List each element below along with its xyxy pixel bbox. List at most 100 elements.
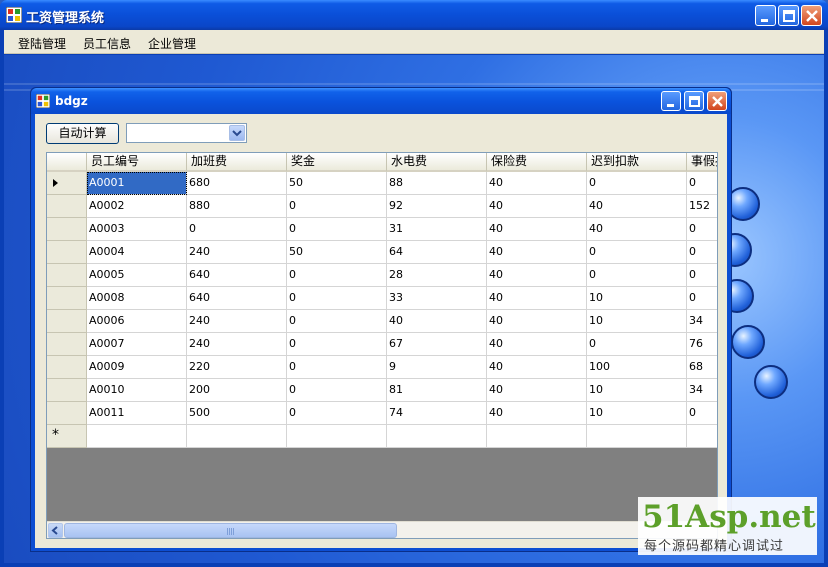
- grid-cell[interactable]: 40: [487, 218, 587, 241]
- grid-cell[interactable]: 33: [387, 287, 487, 310]
- column-header[interactable]: 奖金: [287, 153, 387, 172]
- grid-cell[interactable]: A0006: [87, 310, 187, 333]
- grid-cell[interactable]: 100: [587, 356, 687, 379]
- grid-cell[interactable]: 0: [287, 287, 387, 310]
- menu-login-management[interactable]: 登陆管理: [18, 35, 66, 52]
- table-row[interactable]: A0008 640 0 33 40 10 0: [47, 287, 717, 310]
- minimize-button[interactable]: [755, 5, 776, 26]
- grid-cell[interactable]: 10: [587, 310, 687, 333]
- grid-cell[interactable]: 0: [287, 333, 387, 356]
- grid-cell[interactable]: 500: [187, 402, 287, 425]
- grid-cell[interactable]: [487, 425, 587, 448]
- grid-cell[interactable]: A0003: [87, 218, 187, 241]
- grid-cell[interactable]: 40: [487, 195, 587, 218]
- grid-cell[interactable]: 31: [387, 218, 487, 241]
- grid-cell[interactable]: 0: [587, 264, 687, 287]
- grid-cell[interactable]: 40: [487, 172, 587, 195]
- row-header[interactable]: [47, 172, 87, 195]
- grid-cell[interactable]: A0004: [87, 241, 187, 264]
- grid-cell[interactable]: 0: [287, 195, 387, 218]
- grid-cell[interactable]: 10: [587, 402, 687, 425]
- grid-cell[interactable]: 34: [687, 379, 717, 402]
- grid-cell[interactable]: 64: [387, 241, 487, 264]
- maximize-button[interactable]: [778, 5, 799, 26]
- grid-cell[interactable]: 40: [487, 287, 587, 310]
- column-header[interactable]: 保险费: [487, 153, 587, 172]
- table-row[interactable]: A0010 200 0 81 40 10 34: [47, 379, 717, 402]
- grid-cell[interactable]: 50: [287, 241, 387, 264]
- grid-cell[interactable]: A0005: [87, 264, 187, 287]
- grid-cell[interactable]: 76: [687, 333, 717, 356]
- column-header[interactable]: 加班费: [187, 153, 287, 172]
- grid-cell[interactable]: 88: [387, 172, 487, 195]
- new-row[interactable]: *: [47, 425, 717, 448]
- row-header[interactable]: [47, 310, 87, 333]
- grid-cell[interactable]: 40: [487, 333, 587, 356]
- horizontal-scrollbar[interactable]: [47, 521, 717, 538]
- grid-cell[interactable]: 640: [187, 264, 287, 287]
- grid-cell[interactable]: 0: [287, 310, 387, 333]
- table-row[interactable]: A0005 640 0 28 40 0 0: [47, 264, 717, 287]
- table-row[interactable]: A0002 880 0 92 40 40 152: [47, 195, 717, 218]
- grid-cell[interactable]: A0001: [87, 172, 187, 195]
- grid-cell[interactable]: 28: [387, 264, 487, 287]
- grid-cell[interactable]: 40: [487, 310, 587, 333]
- scroll-left-button[interactable]: [48, 523, 63, 538]
- grid-cell[interactable]: 680: [187, 172, 287, 195]
- grid-cell[interactable]: 0: [687, 172, 717, 195]
- combo-dropdown-button[interactable]: [229, 125, 245, 141]
- grid-cell[interactable]: 40: [387, 310, 487, 333]
- table-row[interactable]: A0009 220 0 9 40 100 68: [47, 356, 717, 379]
- child-maximize-button[interactable]: [684, 91, 704, 111]
- scroll-thumb[interactable]: [64, 523, 397, 538]
- table-row[interactable]: A0001 680 50 88 40 0 0: [47, 172, 717, 195]
- bdgz-title-bar[interactable]: bdgz: [31, 88, 731, 114]
- grid-cell[interactable]: A0009: [87, 356, 187, 379]
- grid-cell[interactable]: 40: [487, 264, 587, 287]
- grid-cell[interactable]: 10: [587, 287, 687, 310]
- grid-cell[interactable]: [187, 425, 287, 448]
- auto-calculate-button[interactable]: 自动计算: [46, 123, 119, 144]
- grid-cell[interactable]: A0008: [87, 287, 187, 310]
- row-header[interactable]: [47, 218, 87, 241]
- grid-cell[interactable]: 50: [287, 172, 387, 195]
- grid-cell[interactable]: 880: [187, 195, 287, 218]
- grid-cell[interactable]: [287, 425, 387, 448]
- grid-cell[interactable]: 92: [387, 195, 487, 218]
- filter-combobox[interactable]: [126, 123, 247, 143]
- column-header[interactable]: 迟到扣款: [587, 153, 687, 172]
- column-header[interactable]: 员工编号: [87, 153, 187, 172]
- grid-cell[interactable]: 240: [187, 241, 287, 264]
- grid-corner-header[interactable]: [47, 153, 87, 172]
- grid-cell[interactable]: 0: [287, 356, 387, 379]
- grid-cell[interactable]: [87, 425, 187, 448]
- table-row[interactable]: A0006 240 0 40 40 10 34: [47, 310, 717, 333]
- table-row[interactable]: A0007 240 0 67 40 0 76: [47, 333, 717, 356]
- grid-cell[interactable]: 40: [487, 356, 587, 379]
- grid-cell[interactable]: 0: [687, 218, 717, 241]
- grid-cell[interactable]: A0010: [87, 379, 187, 402]
- grid-cell[interactable]: 0: [287, 402, 387, 425]
- row-header[interactable]: *: [47, 425, 87, 448]
- row-header[interactable]: [47, 379, 87, 402]
- grid-cell[interactable]: 0: [687, 402, 717, 425]
- table-row[interactable]: A0004 240 50 64 40 0 0: [47, 241, 717, 264]
- table-row[interactable]: A0011 500 0 74 40 10 0: [47, 402, 717, 425]
- row-header[interactable]: [47, 402, 87, 425]
- row-header[interactable]: [47, 264, 87, 287]
- grid-cell[interactable]: 200: [187, 379, 287, 402]
- grid-cell[interactable]: 40: [487, 379, 587, 402]
- column-header[interactable]: 水电费: [387, 153, 487, 172]
- row-header[interactable]: [47, 287, 87, 310]
- main-title-bar[interactable]: 工资管理系统: [0, 0, 828, 30]
- close-button[interactable]: [801, 5, 822, 26]
- row-header[interactable]: [47, 356, 87, 379]
- grid-cell[interactable]: 74: [387, 402, 487, 425]
- grid-cell[interactable]: 40: [487, 402, 587, 425]
- menu-employee-info[interactable]: 员工信息: [83, 35, 131, 52]
- grid-cell[interactable]: 640: [187, 287, 287, 310]
- grid-cell[interactable]: 0: [687, 264, 717, 287]
- grid-cell[interactable]: 40: [587, 195, 687, 218]
- grid-cell[interactable]: [687, 425, 717, 448]
- grid-cell[interactable]: 0: [587, 172, 687, 195]
